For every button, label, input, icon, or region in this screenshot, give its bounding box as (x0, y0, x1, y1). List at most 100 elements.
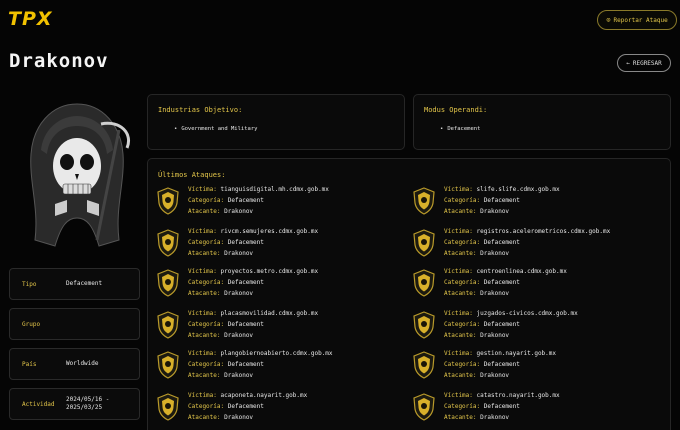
attack-item[interactable]: Víctima: catastro.nayarit.gob.mx Categorí… (413, 392, 653, 426)
attacker-label: Atacante: (444, 208, 477, 215)
victim-value: acaponeta.nayarit.gob.mx (220, 392, 308, 399)
attacker-value: Drakonov (480, 332, 510, 339)
attack-item[interactable]: Víctima: proyectos.metro.cdmx.gob.mx Cate… (157, 268, 397, 302)
attacker-value: Drakonov (224, 250, 254, 257)
victim-label: Víctima: (188, 310, 217, 317)
victim-value: rivcm.semujeres.cdmx.gob.mx (220, 228, 319, 235)
attacker-label: Atacante: (444, 290, 477, 297)
category-label: Categoría: (444, 239, 481, 246)
category-label: Categoría: (444, 279, 481, 286)
info-activity-key: Actividad (22, 400, 55, 408)
victim-value: placasmovilidad.cdmx.gob.mx (220, 310, 319, 317)
attacker-value: Drakonov (480, 208, 510, 215)
modus-list: Defacement (440, 126, 480, 132)
info-country: País Worldwide (9, 348, 140, 380)
attacker-value: Drakonov (224, 332, 254, 339)
attacker-label: Atacante: (444, 332, 477, 339)
shield-icon (157, 351, 179, 379)
category-value: Defacement (483, 403, 520, 410)
victim-label: Víctima: (188, 186, 217, 193)
category-value: Defacement (227, 197, 264, 204)
victim-value: tianguisdigital.mh.cdmx.gob.mx (220, 186, 329, 193)
industry-item: Government and Military (174, 126, 257, 132)
attacks-title: Últimos Ataques: (158, 171, 226, 179)
attacker-value: Drakonov (224, 372, 254, 379)
attack-item[interactable]: Víctima: tianguisdigital.mh.cdmx.gob.mx C… (157, 186, 397, 220)
report-attack-button[interactable]: ⊙ Reportar Ataque (597, 10, 677, 30)
shield-icon (413, 187, 435, 215)
attacker-label: Atacante: (188, 372, 221, 379)
info-type-value: Defacement (66, 280, 103, 287)
category-value: Defacement (483, 239, 520, 246)
attacker-value: Drakonov (480, 290, 510, 297)
category-label: Categoría: (444, 197, 481, 204)
victim-label: Víctima: (444, 350, 473, 357)
attacker-label: Atacante: (188, 208, 221, 215)
attack-item[interactable]: Víctima: rivcm.semujeres.cdmx.gob.mx Cate… (157, 228, 397, 262)
shield-icon (157, 187, 179, 215)
modus-panel: Modus Operandi: Defacement (413, 94, 671, 150)
attack-item[interactable]: Víctima: registros.acelerometricos.cdmx.… (413, 228, 653, 262)
attack-item[interactable]: Víctima: gestion.nayarit.gob.mx Categoría… (413, 350, 653, 384)
shield-icon (413, 393, 435, 421)
info-activity: Actividad 2024/05/16 - 2025/03/25 (9, 388, 140, 420)
victim-label: Víctima: (188, 228, 217, 235)
victim-value: registros.acelerometricos.cdmx.gob.mx (476, 228, 611, 235)
shield-icon (413, 269, 435, 297)
attacker-value: Drakonov (480, 250, 510, 257)
category-label: Categoría: (444, 361, 481, 368)
category-label: Categoría: (188, 361, 225, 368)
shield-icon (413, 351, 435, 379)
shield-icon (157, 229, 179, 257)
attacker-value: Drakonov (480, 372, 510, 379)
victim-value: juzgados-civicos.cdmx.gob.mx (476, 310, 578, 317)
attack-item[interactable]: Víctima: acaponeta.nayarit.gob.mx Categor… (157, 392, 397, 426)
attacker-value: Drakonov (224, 290, 254, 297)
attack-item[interactable]: Víctima: slife.slife.cdmx.gob.mx Categorí… (413, 186, 653, 220)
victim-value: plangobiernoabierto.cdmx.gob.mx (220, 350, 333, 357)
victim-label: Víctima: (188, 350, 217, 357)
category-value: Defacement (227, 279, 264, 286)
report-attack-label: Reportar Ataque (613, 16, 668, 24)
attack-item[interactable]: Víctima: juzgados-civicos.cdmx.gob.mx Cat… (413, 310, 653, 344)
attack-item[interactable]: Víctima: placasmovilidad.cdmx.gob.mx Cate… (157, 310, 397, 344)
victim-value: catastro.nayarit.gob.mx (476, 392, 560, 399)
victim-label: Víctima: (188, 392, 217, 399)
category-value: Defacement (227, 321, 264, 328)
actor-avatar (15, 100, 140, 250)
modus-title: Modus Operandi: (424, 106, 488, 114)
category-label: Categoría: (444, 403, 481, 410)
arrow-left-icon: ← (626, 59, 630, 67)
attack-item[interactable]: Víctima: plangobiernoabierto.cdmx.gob.mx… (157, 350, 397, 384)
victim-label: Víctima: (444, 186, 473, 193)
category-value: Defacement (483, 279, 520, 286)
info-country-key: País (22, 360, 37, 368)
back-button[interactable]: ← REGRESAR (617, 54, 671, 72)
brand-logo[interactable]: TPX (8, 8, 53, 30)
victim-value: gestion.nayarit.gob.mx (476, 350, 557, 357)
shield-icon (157, 393, 179, 421)
shield-icon (413, 311, 435, 339)
category-value: Defacement (483, 321, 520, 328)
attacker-value: Drakonov (224, 208, 254, 215)
info-activity-value: 2024/05/16 - 2025/03/25 (66, 396, 110, 411)
category-value: Defacement (227, 361, 264, 368)
info-group-key: Grupo (22, 320, 41, 328)
attacker-label: Atacante: (188, 290, 221, 297)
category-label: Categoría: (188, 239, 225, 246)
shield-icon (413, 229, 435, 257)
shield-icon (157, 311, 179, 339)
victim-value: proyectos.metro.cdmx.gob.mx (220, 268, 319, 275)
attacker-label: Atacante: (444, 372, 477, 379)
attacker-label: Atacante: (444, 250, 477, 257)
attacker-value: Drakonov (224, 414, 254, 421)
alert-icon: ⊙ (606, 16, 611, 24)
attacker-value: Drakonov (480, 414, 510, 421)
category-label: Categoría: (188, 321, 225, 328)
category-value: Defacement (483, 197, 520, 204)
attack-item[interactable]: Víctima: centroenlinea.cdmx.gob.mx Catego… (413, 268, 653, 302)
category-label: Categoría: (188, 279, 225, 286)
attacker-label: Atacante: (444, 414, 477, 421)
industries-title: Industrias Objetivo: (158, 106, 243, 114)
victim-label: Víctima: (444, 310, 473, 317)
